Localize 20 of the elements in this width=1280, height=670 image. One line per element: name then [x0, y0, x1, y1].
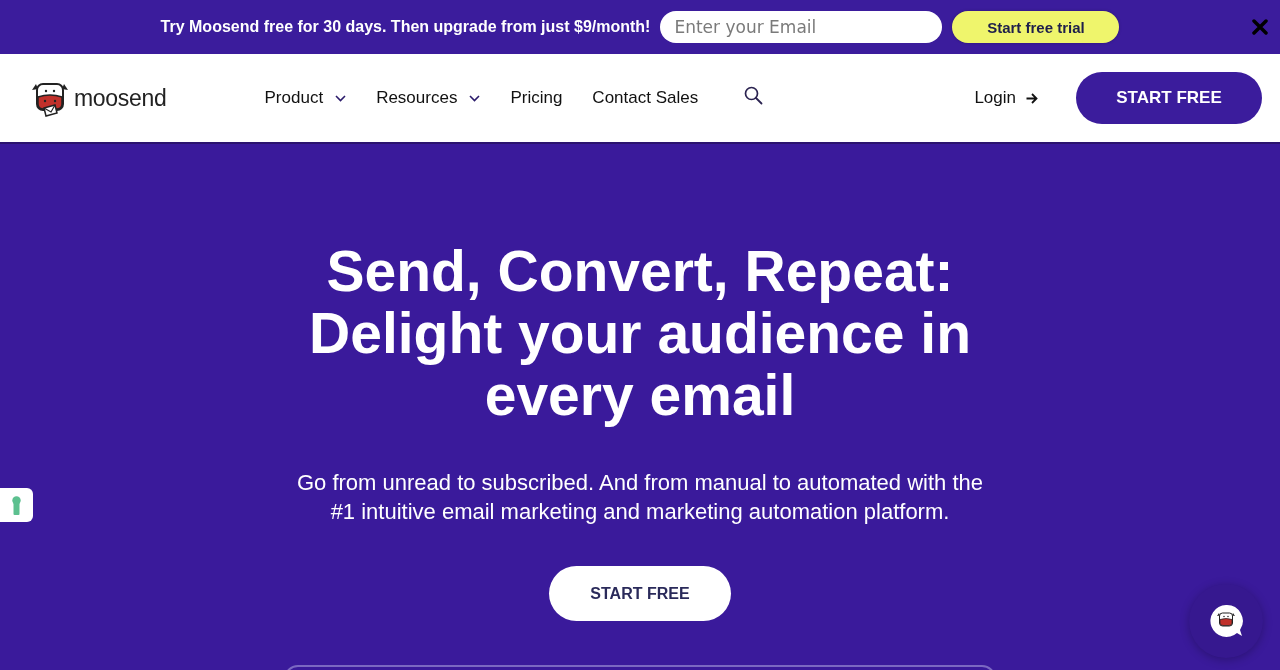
login-link[interactable]: Login	[974, 88, 1038, 108]
nav-menu-item[interactable]: Product	[264, 88, 347, 108]
hero-start-free-button[interactable]: START FREE	[549, 566, 731, 621]
nav-menu-item[interactable]: Resources	[376, 88, 481, 108]
start-free-button[interactable]: START FREE	[1076, 72, 1262, 124]
search-icon[interactable]	[744, 85, 764, 105]
hero-subtitle: Go from unread to subscribed. And from manual to automated with the #1 intuitive email marketing and marketing automation platform.	[295, 469, 984, 526]
nav-menu-item[interactable]: Pricing	[510, 88, 563, 108]
chat-launcher-button[interactable]	[1189, 584, 1263, 658]
nav-menu-item[interactable]: Contact Sales	[592, 88, 699, 108]
hero-headline: Send, Convert, Repeat: Delight your audience in every email	[308, 240, 972, 426]
cow-chat-bubble-icon	[1209, 604, 1243, 638]
logo-text[interactable]: moosend	[74, 84, 167, 112]
start-free-trial-button[interactable]: Start free trial	[952, 11, 1120, 43]
email-input-field[interactable]: Enter your Email	[660, 11, 943, 43]
chevron-down-icon	[469, 94, 481, 102]
promo-message: Try Moosend free for 30 days. Then upgrade from just $9/month!	[160, 18, 651, 36]
keyhole-icon	[12, 495, 21, 515]
arrow-right-icon	[1026, 92, 1038, 104]
chevron-down-icon	[335, 94, 347, 102]
